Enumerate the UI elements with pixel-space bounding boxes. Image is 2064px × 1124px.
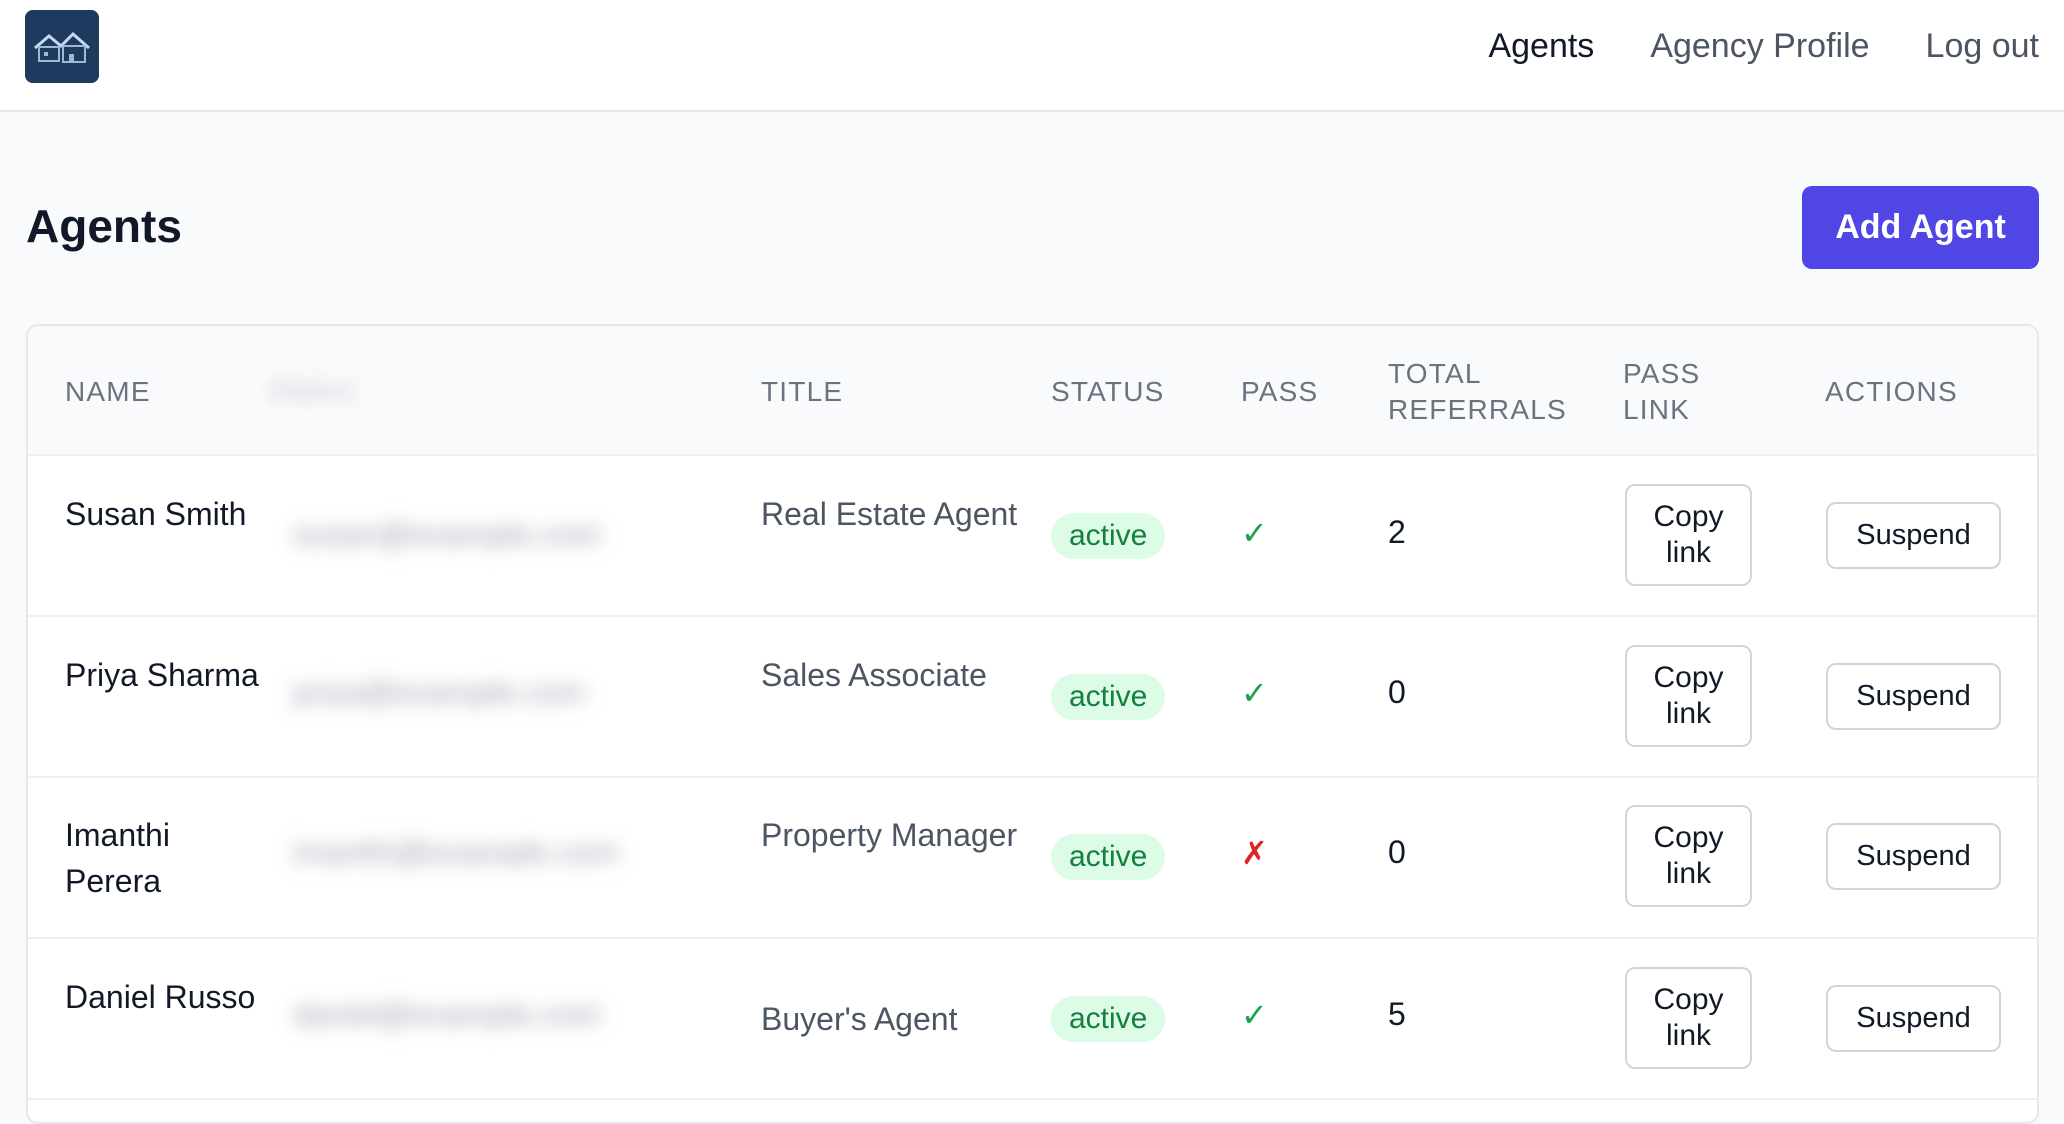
table-row: Daniel Russo daniel@example.com Buyer's … — [28, 939, 2037, 1100]
agent-title: Buyer's Agent — [761, 1001, 958, 1037]
agent-email: priya@example.com — [293, 674, 583, 710]
nav-agency-profile[interactable]: Agency Profile — [1650, 26, 1869, 66]
nav-agents[interactable]: Agents — [1488, 26, 1594, 66]
status-badge: active — [1051, 834, 1166, 880]
agent-name: Susan Smith — [65, 496, 247, 532]
table-header: NAME EMAIL TITLE STATUS PASS TOTAL REFER… — [28, 326, 2037, 456]
suspend-button[interactable]: Suspend — [1826, 663, 2001, 730]
total-referrals: 2 — [1388, 514, 1406, 550]
header-email: EMAIL — [270, 376, 361, 407]
agent-title: Property Manager — [761, 817, 1018, 853]
header-status: STATUS — [1051, 376, 1165, 407]
table-row: Susan Smith susan@example.com Real Estat… — [28, 456, 2037, 617]
agent-name: Imanthi Perera — [65, 817, 170, 899]
status-badge: active — [1051, 674, 1166, 720]
total-referrals: 0 — [1388, 834, 1406, 870]
agents-table: NAME EMAIL TITLE STATUS PASS TOTAL REFER… — [26, 324, 2039, 1124]
check-icon: ✓ — [1241, 515, 1268, 551]
agent-email: susan@example.com — [293, 516, 602, 552]
table-row: Priya Sharma priya@example.com Sales Ass… — [28, 617, 2037, 778]
agent-email: daniel@example.com — [293, 996, 602, 1032]
cross-icon: ✗ — [1241, 835, 1268, 871]
page-title: Agents — [26, 200, 182, 252]
header-pass: PASS — [1241, 376, 1319, 407]
header-pass-link: PASS LINK — [1623, 358, 1701, 425]
suspend-button[interactable]: Suspend — [1826, 502, 2001, 569]
table-row: Imanthi Perera imanthi@example.com Prope… — [28, 778, 2037, 939]
agent-title: Sales Associate — [761, 657, 987, 693]
add-agent-button[interactable]: Add Agent — [1802, 186, 2039, 269]
agent-title: Real Estate Agent — [761, 496, 1018, 532]
top-navigation-bar: Agents Agency Profile Log out — [0, 0, 2064, 112]
copy-link-button[interactable]: Copy link — [1625, 645, 1752, 747]
check-icon: ✓ — [1241, 997, 1268, 1033]
copy-link-button[interactable]: Copy link — [1625, 484, 1752, 586]
status-badge: active — [1051, 513, 1166, 559]
house-logo-icon[interactable] — [25, 10, 99, 83]
copy-link-button[interactable]: Copy link — [1625, 967, 1752, 1069]
total-referrals: 5 — [1388, 996, 1406, 1032]
agent-email: imanthi@example.com — [293, 834, 619, 870]
status-badge: active — [1051, 996, 1166, 1042]
check-icon: ✓ — [1241, 675, 1268, 711]
agent-name: Priya Sharma — [65, 657, 259, 693]
nav-log-out[interactable]: Log out — [1926, 26, 2039, 66]
copy-link-button[interactable]: Copy link — [1625, 805, 1752, 907]
agent-name: Daniel Russo — [65, 979, 256, 1015]
header-title: TITLE — [761, 376, 844, 407]
suspend-button[interactable]: Suspend — [1826, 985, 2001, 1052]
main-nav: Agents Agency Profile Log out — [1488, 26, 2039, 66]
header-actions: ACTIONS — [1825, 376, 1958, 407]
header-name: NAME — [65, 376, 151, 407]
header-total-referrals: TOTAL REFERRALS — [1388, 358, 1567, 425]
total-referrals: 0 — [1388, 674, 1406, 710]
suspend-button[interactable]: Suspend — [1826, 823, 2001, 890]
